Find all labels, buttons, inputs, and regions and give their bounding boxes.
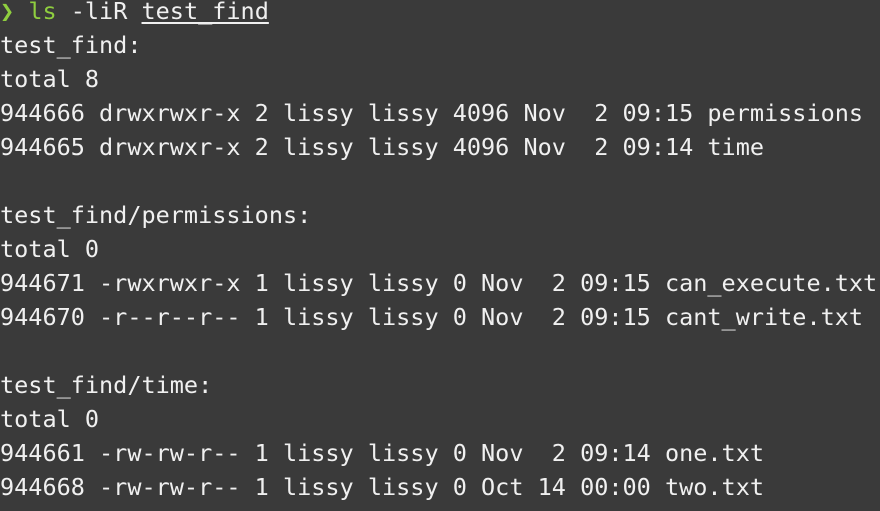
command-name: ls xyxy=(28,0,57,25)
prompt-arrow-icon: ❯ xyxy=(0,0,15,25)
command-args: -liR xyxy=(70,0,128,25)
listing-entry: 944665 drwxrwxr-x 2 lissy lissy 4096 Nov… xyxy=(0,133,765,161)
section-header: test_find/permissions: xyxy=(0,201,312,229)
command-path: test_find xyxy=(141,0,269,25)
listing-entry: 944671 -rwxrwxr-x 1 lissy lissy 0 Nov 2 … xyxy=(0,269,878,297)
listing-entry: 944670 -r--r--r-- 1 lissy lissy 0 Nov 2 … xyxy=(0,303,864,331)
section-header: test_find/time: xyxy=(0,371,213,399)
terminal-window[interactable]: ❯ ls -liR test_find test_find: total 8 9… xyxy=(0,0,880,511)
listing-entry: 944668 -rw-rw-r-- 1 lissy lissy 0 Oct 14… xyxy=(0,473,765,501)
section-header: test_find: xyxy=(0,31,142,59)
section-total: total 8 xyxy=(0,65,100,93)
prompt-line: ❯ ls -liR test_find xyxy=(0,0,880,28)
section-total: total 0 xyxy=(0,405,100,433)
section-total: total 0 xyxy=(0,235,100,263)
listing-entry: 944666 drwxrwxr-x 2 lissy lissy 4096 Nov… xyxy=(0,99,864,127)
listing-entry: 944661 -rw-rw-r-- 1 lissy lissy 0 Nov 2 … xyxy=(0,439,765,467)
